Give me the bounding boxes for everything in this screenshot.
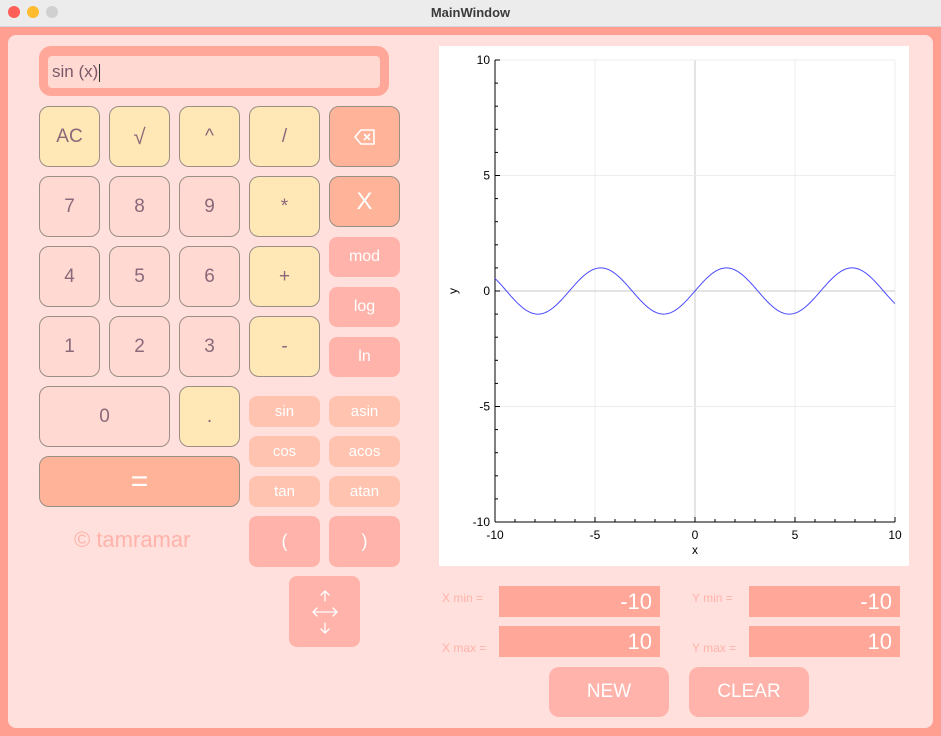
- function-chart: -10 -5 0 5 10 10 5 0 -5 -10 x y: [446, 53, 902, 557]
- all-clear-button[interactable]: AC: [39, 106, 100, 167]
- copyright-label: © tamramar: [74, 527, 191, 552]
- x-axis-label: x: [692, 543, 698, 557]
- move-arrows-icon: [311, 589, 338, 634]
- digit-8-button[interactable]: 8: [109, 176, 170, 237]
- digit-3-button[interactable]: 3: [179, 316, 240, 377]
- backspace-button[interactable]: [329, 106, 400, 167]
- main-window: MainWindow sin (x) AC √ ^ / 7 8 9 * X 4 …: [0, 0, 941, 736]
- ymax-input[interactable]: 10: [749, 626, 900, 657]
- window-title: MainWindow: [430, 5, 511, 20]
- log-button[interactable]: log: [329, 287, 400, 327]
- y-tick-label: 5: [483, 169, 490, 183]
- y-axis-label: y: [446, 288, 460, 294]
- y-tick-label: -10: [473, 515, 491, 529]
- left-paren-button[interactable]: (: [249, 516, 320, 567]
- x-tick-label: -5: [590, 528, 601, 542]
- sqrt-button[interactable]: √: [109, 106, 170, 167]
- multiply-button[interactable]: *: [249, 176, 320, 237]
- cos-button[interactable]: cos: [249, 436, 320, 467]
- title-bar: MainWindow: [0, 0, 941, 27]
- pan-graph-button[interactable]: [289, 576, 360, 647]
- sin-button[interactable]: sin: [249, 396, 320, 427]
- y-tick-label: 0: [483, 284, 490, 298]
- x-tick-label: 10: [888, 528, 902, 542]
- xmax-input[interactable]: 10: [499, 626, 660, 657]
- acos-button[interactable]: acos: [329, 436, 400, 467]
- digit-7-button[interactable]: 7: [39, 176, 100, 237]
- xmin-input[interactable]: -10: [499, 586, 660, 617]
- digit-6-button[interactable]: 6: [179, 246, 240, 307]
- xmax-label: X max =: [442, 641, 487, 655]
- graph-plot[interactable]: -10 -5 0 5 10 10 5 0 -5 -10 x y: [439, 46, 909, 566]
- digit-9-button[interactable]: 9: [179, 176, 240, 237]
- digit-5-button[interactable]: 5: [109, 246, 170, 307]
- text-caret: [99, 63, 101, 82]
- backspace-icon: [353, 128, 375, 145]
- digit-0-button[interactable]: 0: [39, 386, 170, 447]
- decimal-point-button[interactable]: .: [179, 386, 240, 447]
- ymin-input[interactable]: -10: [749, 586, 900, 617]
- right-paren-button[interactable]: ): [329, 516, 400, 567]
- new-button[interactable]: NEW: [549, 667, 669, 717]
- asin-button[interactable]: asin: [329, 396, 400, 427]
- ymin-label: Y min =: [692, 591, 733, 605]
- clear-button[interactable]: CLEAR: [689, 667, 809, 717]
- divide-button[interactable]: /: [249, 106, 320, 167]
- power-button[interactable]: ^: [179, 106, 240, 167]
- digit-1-button[interactable]: 1: [39, 316, 100, 377]
- digit-4-button[interactable]: 4: [39, 246, 100, 307]
- expression-text: sin (x): [52, 62, 99, 81]
- digit-2-button[interactable]: 2: [109, 316, 170, 377]
- expression-input[interactable]: sin (x): [48, 56, 380, 88]
- x-tick-label: 5: [792, 528, 799, 542]
- plus-button[interactable]: +: [249, 246, 320, 307]
- y-tick-label: 10: [477, 53, 491, 67]
- xmin-label: X min =: [442, 591, 484, 605]
- atan-button[interactable]: atan: [329, 476, 400, 507]
- tan-button[interactable]: tan: [249, 476, 320, 507]
- minus-button[interactable]: -: [249, 316, 320, 377]
- x-tick-label: 0: [692, 528, 699, 542]
- y-tick-label: -5: [479, 400, 490, 414]
- x-tick-label: -10: [486, 528, 504, 542]
- ymax-label: Y max =: [692, 641, 737, 655]
- ln-button[interactable]: ln: [329, 337, 400, 377]
- mod-button[interactable]: mod: [329, 237, 400, 277]
- equals-button[interactable]: =: [39, 456, 240, 507]
- variable-x-button[interactable]: X: [329, 176, 400, 227]
